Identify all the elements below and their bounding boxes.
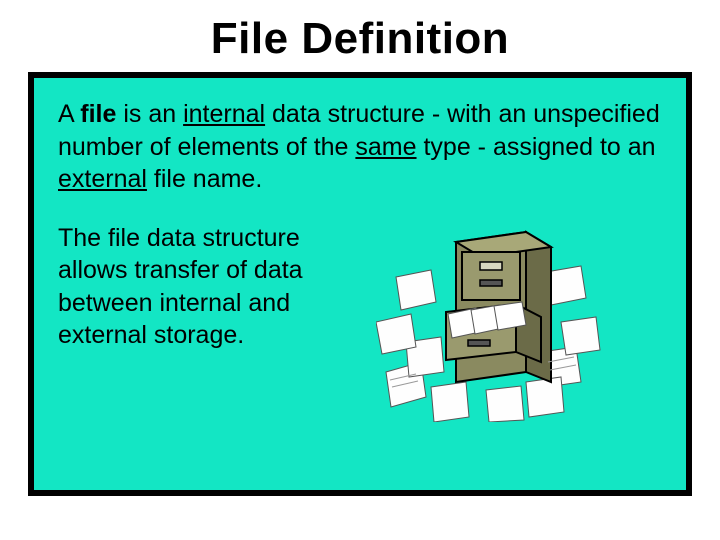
def-mid1: is an [116,100,183,128]
def-external-word: external [58,165,147,193]
definition-text: A file is an internal data structure - w… [58,98,662,196]
slide: File Definition A file is an internal da… [0,0,720,540]
def-file-word: file [80,100,116,128]
def-tail: file name. [147,165,262,193]
def-mid3: type - assigned to an [417,133,656,161]
secondary-row: The file data structure allows transfer … [58,222,662,422]
def-pre: A [58,100,80,128]
slide-title: File Definition [0,0,720,72]
def-internal-word: internal [183,100,265,128]
file-cabinet-illustration-icon [376,222,606,422]
content-panel: A file is an internal data structure - w… [28,72,692,496]
def-same-word: same [355,133,416,161]
secondary-text: The file data structure allows transfer … [58,222,358,352]
